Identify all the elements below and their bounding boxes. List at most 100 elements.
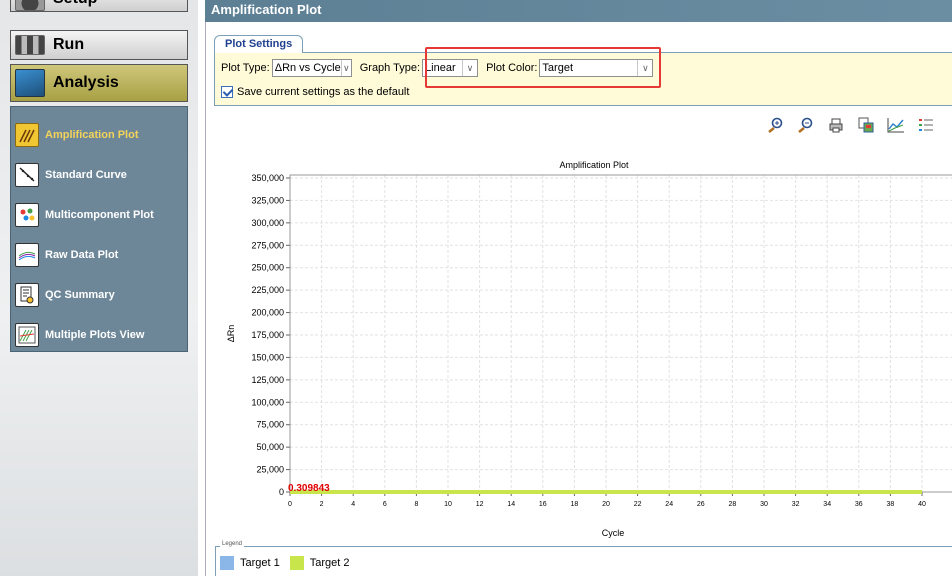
chart-ylabel: ΔRn [226,325,236,343]
plot-color-select[interactable]: Target ∨ [539,59,654,77]
x-tick-label: 30 [760,501,768,508]
subnav-qc-summary[interactable]: QC Summary [11,275,187,315]
subnav-raw-data-plot[interactable]: Raw Data Plot [11,235,187,275]
chevron-down-icon: ∨ [462,60,477,76]
save-default-checkbox[interactable] [221,86,233,98]
line-chart-icon[interactable] [886,116,906,134]
x-tick-label: 12 [476,501,484,508]
amplification-chart: Amplification Plot ΔRn Cycle 0 25,000 50,0… [226,160,952,538]
chevron-down-icon: ∨ [637,60,652,76]
x-tick-label: 16 [539,501,547,508]
x-tick-label: 28 [729,501,737,508]
analysis-icon [15,69,45,97]
nav-setup-label: Setup [53,0,97,8]
x-tick-label: 2 [320,501,324,508]
subnav-label: Standard Curve [45,169,127,181]
qc-summary-icon [15,283,39,307]
subnav-label: Raw Data Plot [45,249,119,261]
y-tick-label: 75,000 [256,420,284,430]
nav-analysis-label: Analysis [53,74,119,91]
plot-color-value: Target [542,62,573,74]
plot-type-label: Plot Type: [221,62,270,74]
zoom-in-icon[interactable] [766,116,786,134]
legend-item-target-1[interactable]: Target 1 [220,556,280,570]
x-tick-label: 0 [288,501,292,508]
save-default-label: Save current settings as the default [237,86,410,98]
y-tick-label: 225,000 [251,285,284,295]
chart-annotation: 0.309843 [288,483,330,494]
chart-toolbar [766,116,936,134]
subnav-amplification-plot[interactable]: Amplification Plot [11,115,187,155]
list-icon[interactable] [916,116,936,134]
legend-swatch [220,556,234,570]
y-tick-label: 150,000 [251,352,284,362]
plot-color-label: Plot Color: [486,62,538,74]
page-title: Amplification Plot [205,0,952,22]
chart-grid [289,175,952,493]
nav-analysis-button[interactable]: Analysis [10,64,188,102]
subnav-multicomponent-plot[interactable]: Multicomponent Plot [11,195,187,235]
print-icon[interactable] [826,116,846,134]
multicomponent-icon [15,203,39,227]
graph-type-select[interactable]: Linear ∨ [422,59,479,77]
run-icon [15,35,45,55]
subnav-multiple-plots-view[interactable]: Multiple Plots View [11,315,187,355]
graph-type-label: Graph Type: [359,62,421,74]
raw-data-icon [15,243,39,267]
x-tick-label: 6 [383,501,387,508]
nav-setup-button[interactable]: Setup [10,0,188,12]
subnav-standard-curve[interactable]: Standard Curve [11,155,187,195]
y-tick-label: 200,000 [251,308,284,318]
analysis-subnav: Amplification Plot Standard Curve Multic… [10,106,188,352]
plot-type-select[interactable]: ΔRn vs Cycle ∨ [271,59,352,77]
save-default-row: Save current settings as the default [221,86,411,98]
graph-type-value: Linear [425,62,456,74]
legend-items: Target 1 Target 2 [220,556,360,570]
nav-run-button[interactable]: Run [10,30,188,60]
y-tick-label: 175,000 [251,330,284,340]
y-tick-label: 325,000 [251,195,284,205]
save-image-icon[interactable] [856,116,876,134]
chart-xlabel: Cycle [602,528,625,538]
x-tick-label: 24 [665,501,673,508]
y-tick-label: 350,000 [251,173,284,183]
main-content: Plot Settings Plot Type: ΔRn vs Cycle ∨ … [205,22,952,576]
standard-curve-icon [15,163,39,187]
tab-plot-settings[interactable]: Plot Settings [214,35,304,53]
x-tick-label: 34 [823,501,831,508]
amplification-icon [15,123,39,147]
x-tick-label: 4 [351,501,355,508]
chart-title: Amplification Plot [559,160,629,170]
left-navigation-panel: Setup Run Analysis Amplification Plot St… [0,0,198,576]
subnav-label: Amplification Plot [45,129,139,141]
zoom-out-icon[interactable] [796,116,816,134]
y-tick-label: 125,000 [251,375,284,385]
legend-swatch [289,556,304,570]
x-tick-label: 26 [697,501,705,508]
nav-run-label: Run [53,36,85,53]
subnav-label: Multicomponent Plot [45,209,154,221]
chevron-down-icon: ∨ [340,60,351,76]
y-axis-ticks: 0 25,000 50,000 75,000 100,000 125,000 150,000… [251,173,290,497]
y-tick-label: 0 [279,487,284,497]
chart-legend: Legend Target 1 Target 2 [215,541,952,576]
plot-settings-row: Plot Type: ΔRn vs Cycle ∨ Graph Type: Li… [221,59,654,77]
subnav-label: QC Summary [45,289,115,301]
x-tick-label: 8 [414,501,418,508]
y-tick-label: 250,000 [251,263,284,273]
legend-item-target-2[interactable]: Target 2 [289,556,350,570]
plot-settings-panel: Plot Type: ΔRn vs Cycle ∨ Graph Type: Li… [214,52,952,106]
legend-item-label: Target 1 [240,557,280,569]
x-tick-label: 22 [634,501,642,508]
x-tick-label: 18 [571,501,579,508]
x-tick-label: 20 [602,501,610,508]
subnav-label: Multiple Plots View [45,329,145,341]
x-tick-label: 32 [792,501,800,508]
x-tick-label: 38 [887,501,895,508]
y-tick-label: 300,000 [251,218,284,228]
x-tick-label: 40 [918,501,926,508]
x-axis-ticks: 0 2 4 6 8 10 12 14 16 18 20 22 24 26 28 30 32 34 36 38 40 [288,492,926,508]
y-tick-label: 275,000 [251,240,284,250]
x-tick-label: 14 [507,501,515,508]
multiple-plots-icon [15,323,39,347]
